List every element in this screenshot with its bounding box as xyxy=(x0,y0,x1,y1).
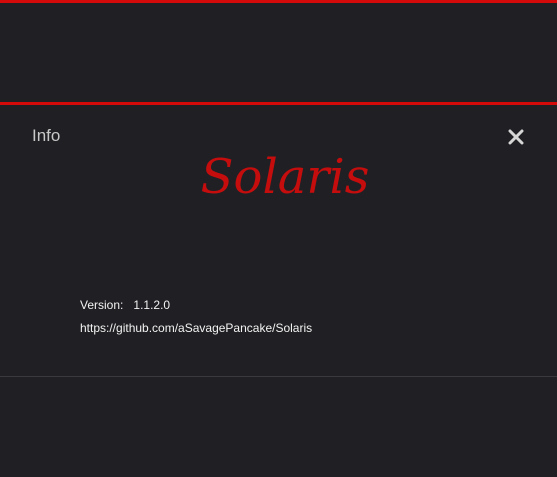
dialog-title: Info xyxy=(32,126,61,145)
logo-text: Solaris xyxy=(201,149,370,205)
version-value: 1.1.2.0 xyxy=(133,298,171,312)
version-info: Version: 1.1.2.0 xyxy=(80,298,170,312)
solaris-logo: Solaris xyxy=(201,149,370,205)
close-icon xyxy=(508,129,524,145)
top-panel xyxy=(0,0,557,104)
close-button[interactable] xyxy=(504,125,528,149)
bottom-panel xyxy=(0,376,557,477)
info-dialog: Info Solaris Version: 1.1.2.0 https://gi… xyxy=(0,102,557,376)
repo-link[interactable]: https://github.com/aSavagePancake/Solari… xyxy=(80,321,312,335)
version-label: Version: xyxy=(80,298,124,312)
